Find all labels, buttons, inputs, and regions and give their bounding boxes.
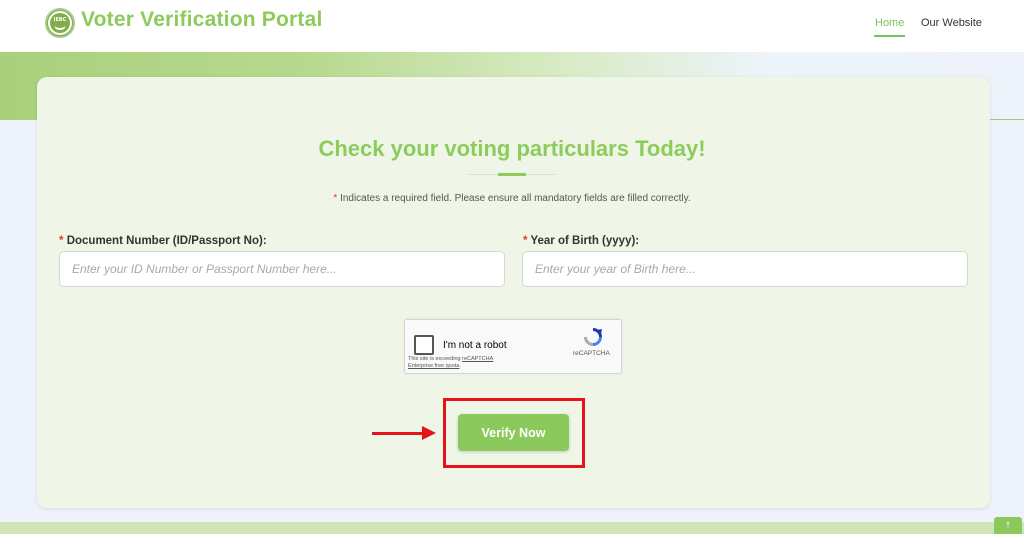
year-of-birth-input[interactable] <box>522 251 968 287</box>
recaptcha-link[interactable]: reCAPTCHA <box>462 356 493 362</box>
document-number-label-text: Document Number (ID/Passport No): <box>66 235 267 247</box>
recaptcha-label: I'm not a robot <box>443 340 507 351</box>
form-title: Check your voting particulars Today! <box>318 136 706 161</box>
required-asterisk: * <box>59 235 64 247</box>
emblem-icon[interactable]: IEBC <box>45 8 75 38</box>
required-note-text: Indicates a required field. Please ensur… <box>340 193 691 204</box>
pointer-arrow-icon <box>422 426 436 440</box>
top-header: IEBC Voter Verification Portal Home Our … <box>0 0 1024 52</box>
year-of-birth-label: * Year of Birth (yyyy): <box>523 235 639 247</box>
recaptcha-widget: I'm not a robot This site is exceeding r… <box>404 319 622 374</box>
footer-band <box>0 522 1024 534</box>
recaptcha-checkbox[interactable] <box>414 335 434 355</box>
recaptcha-quota-warning-line2: Enterprise free quota. <box>408 363 461 369</box>
required-asterisk: * <box>333 193 338 204</box>
recaptcha-warning-text: This site is exceeding <box>408 356 463 362</box>
nav-our-website[interactable]: Our Website <box>921 17 982 29</box>
recaptcha-quota-warning: This site is exceeding reCAPTCHA <box>408 356 493 362</box>
document-number-input[interactable] <box>59 251 505 287</box>
recaptcha-brand: reCAPTCHA <box>573 350 610 357</box>
document-number-label: * Document Number (ID/Passport No): <box>59 235 267 247</box>
pointer-arrow-shaft <box>372 432 424 435</box>
portal-title[interactable]: Voter Verification Portal <box>81 8 323 32</box>
recaptcha-warning-suffix: . <box>459 363 461 369</box>
required-asterisk: * <box>523 235 528 247</box>
divider <box>990 119 1024 120</box>
recaptcha-logo-icon <box>584 328 602 346</box>
required-note: * Indicates a required field. Please ens… <box>0 193 1024 204</box>
year-of-birth-label-text: Year of Birth (yyyy): <box>530 235 640 247</box>
title-divider-accent <box>498 173 526 176</box>
arrow-up-icon[interactable]: ↑ <box>994 517 1022 534</box>
enterprise-quota-link[interactable]: Enterprise free quota <box>408 363 459 369</box>
svg-text:IEBC: IEBC <box>54 17 67 23</box>
nav-home[interactable]: Home <box>873 17 906 37</box>
verify-now-button[interactable]: Verify Now <box>458 414 569 451</box>
